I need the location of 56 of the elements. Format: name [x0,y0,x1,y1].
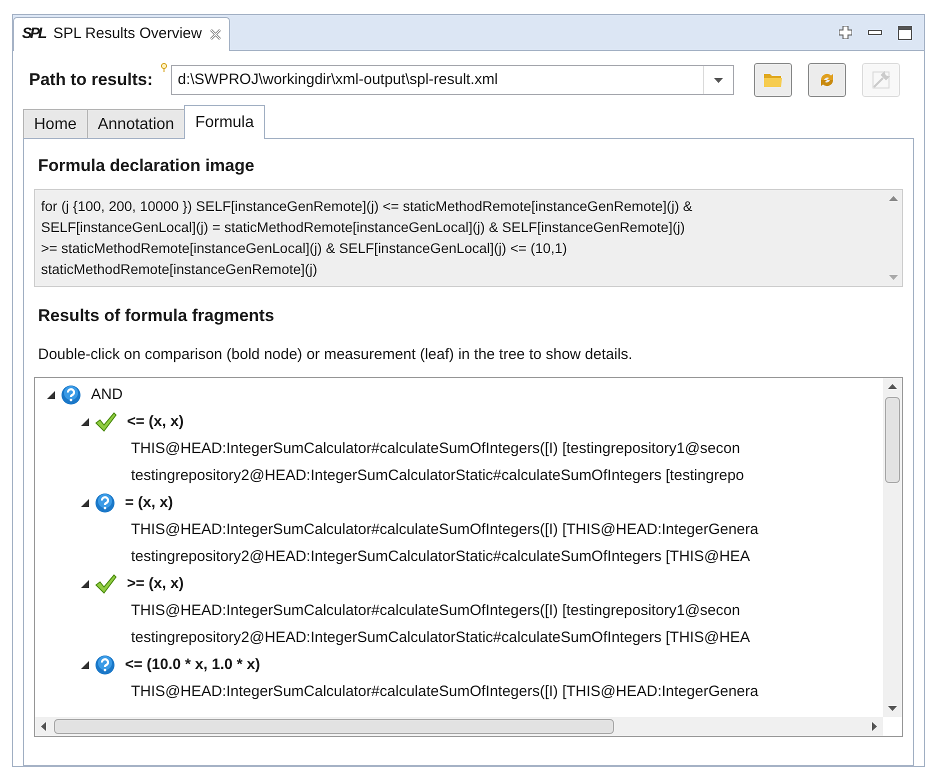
tree-node-label[interactable]: <= (x, x) [127,410,184,434]
path-dropdown[interactable]: d:\SWPROJ\workingdir\xml-output\spl-result.xml [170,65,734,95]
tree-leaf-label[interactable]: THIS@HEAD:IntegerSumCalculator#calculateSumOfIntegers([I) [testingrepository1@secon [131,600,740,622]
formula-line: staticMethodRemote[instanceGenRemote](j) [41,260,318,279]
maximize-icon[interactable] [898,26,912,40]
question-icon [95,493,115,513]
horizontal-scrollbar[interactable] [35,716,883,736]
question-icon [95,655,115,675]
scroll-down-icon[interactable] [888,706,897,710]
section-heading: Results of formula fragments [37,304,276,327]
scroll-up-icon[interactable] [888,196,898,200]
tree-leaf-label[interactable]: THIS@HEAD:IntegerSumCalculator#calculateSumOfIntegers([I) [testingrepository1@secon [131,438,740,460]
question-icon [61,385,81,405]
vertical-scrollbar[interactable] [883,378,902,716]
scroll-right-icon[interactable] [872,722,877,730]
section-heading: Formula declaration image [37,155,256,177]
tree-node-label[interactable]: >= (x, x) [127,572,184,596]
tree-leaf-label[interactable]: THIS@HEAD:IntegerSumCalculator#calculateSumOfIntegers([I) [THIS@HEAD:IntegerGenera [131,518,758,542]
formula-line: >= staticMethodRemote[instanceGenLocal](j) & SELF[instanceGenLocal](j) <= (10,1) [41,238,568,258]
tree-leaf-label[interactable]: testingrepository2@HEAD:IntegerSumCalculatorStatic#calculateSumOfIntegers [THIS@HEA [131,626,750,650]
scroll-thumb[interactable] [54,718,614,734]
tab[interactable]: Annotation [86,109,186,139]
expanded-arrow-icon[interactable] [47,391,55,399]
expanded-arrow-icon[interactable] [81,499,89,507]
scroll-thumb[interactable] [885,396,900,482]
wrench-icon [872,71,890,89]
minimize-icon[interactable] [868,30,882,35]
view-tab[interactable]: SPL SPL Results Overview [13,17,230,51]
folder-button[interactable] [754,63,792,97]
dropdown-arrow-icon[interactable] [714,78,723,82]
scroll-up-icon[interactable] [888,384,897,388]
path-label: Path to results: [29,69,153,92]
plus-icon[interactable] [839,26,852,39]
info-marker-icon [160,63,167,72]
tree-node-label[interactable]: <= (10.0 * x, 1.0 * x) [125,654,260,676]
scroll-left-icon[interactable] [41,722,46,730]
expanded-arrow-icon[interactable] [81,661,89,669]
folder-icon [762,72,783,88]
checkmark-icon [95,574,117,594]
tab[interactable]: Home [23,109,88,139]
tree-node-label[interactable]: AND [91,384,123,406]
checkmark-icon [95,412,117,432]
tree-node-label[interactable]: = (x, x) [125,492,173,514]
tab[interactable]: Formula [184,105,265,139]
tree-leaf-label[interactable]: testingrepository2@HEAD:IntegerSumCalculatorStatic#calculateSumOfIntegers [testingrepo [131,464,744,488]
expanded-arrow-icon[interactable] [81,418,89,426]
expanded-arrow-icon[interactable] [81,580,89,588]
hint-text: Double-click on comparison (bold node) or measurement (leaf) in the tree to show details. [37,345,634,365]
formula-line: for (j {100, 200, 10000 }) SELF[instanceGenRemote](j) <= staticMethodRemote[instanceGenRemote](j) & [41,196,694,216]
tree-leaf-label[interactable]: THIS@HEAD:IntegerSumCalculator#calculateSumOfIntegers([I) [THIS@HEAD:IntegerGenera [131,680,758,704]
app-logo: SPL [22,24,46,44]
tree-leaf-label[interactable]: testingrepository2@HEAD:IntegerSumCalculatorStatic#calculateSumOfIntegers [THIS@HEA [131,546,750,568]
view-title: SPL Results Overview [53,24,202,44]
formula-line: SELF[instanceGenLocal](j) = staticMethodRemote[instanceGenLocal](j) & SELF[instanceGenRemote](j) [41,218,686,237]
refresh-button[interactable] [808,63,846,97]
close-icon[interactable] [210,29,221,40]
